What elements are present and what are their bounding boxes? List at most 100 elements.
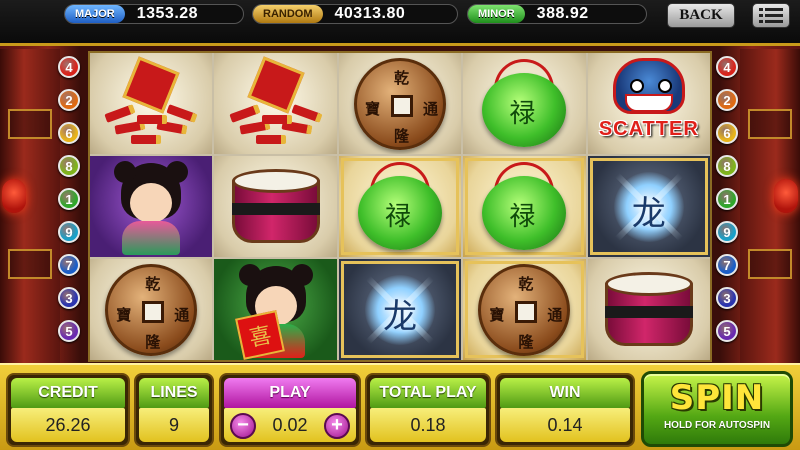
play-panel: PLAY − 0.02 + [219, 373, 361, 447]
hair-bun [290, 263, 313, 286]
paylines-right: 4 2 6 8 1 9 7 3 5 [716, 56, 740, 353]
dragon-wild-icon: 龙 [594, 162, 704, 252]
payline-badge[interactable]: 2 [58, 89, 80, 111]
spin-button[interactable]: SPIN HOLD FOR AUTOSPIN [641, 371, 793, 447]
reel-cell [463, 53, 586, 154]
firecracker-stick [166, 103, 198, 123]
coin-character: 寶 [364, 99, 380, 118]
payline-badge[interactable]: 5 [58, 320, 80, 342]
payline-badge[interactable]: 8 [58, 155, 80, 177]
credit-panel: CREDIT 26.26 [6, 373, 130, 447]
firecracker-stick [290, 103, 323, 123]
coin-hole [390, 94, 413, 117]
reel-cell [338, 156, 462, 257]
coin-hole [142, 300, 165, 323]
coin-character: 通 [174, 305, 190, 324]
temple-window [748, 249, 792, 279]
payline-badge[interactable]: 3 [58, 287, 80, 309]
bet-decrease-button[interactable]: − [230, 413, 256, 439]
reel-cell: 龙 [587, 156, 710, 257]
reel-cell: 龙 [338, 259, 462, 360]
bet-increase-button[interactable]: + [324, 413, 350, 439]
payline-badge[interactable]: 6 [58, 122, 80, 144]
temple-window [748, 109, 792, 139]
scatter-label: SCATTER [598, 117, 699, 140]
coin-hole [515, 300, 538, 323]
dragon-glyph: 龙 [382, 296, 417, 337]
autospin-hint: HOLD FOR AUTOSPIN [663, 420, 771, 431]
drum-icon [601, 268, 697, 352]
firecracker-stick [137, 114, 168, 124]
payline-badge[interactable]: 6 [716, 122, 738, 144]
lion-eye [657, 78, 672, 93]
jade-pendant-icon [474, 58, 574, 149]
total-play-panel: TOTAL PLAY 0.18 [365, 373, 491, 447]
payline-badge[interactable]: 8 [716, 155, 738, 177]
payline-badge[interactable]: 1 [716, 188, 738, 210]
jade-pendant-icon [474, 161, 574, 252]
jackpot-minor-value: 388.92 [536, 5, 589, 22]
jade-pendant-icon [350, 161, 450, 252]
payline-badge[interactable]: 3 [716, 287, 738, 309]
left-temple-decor [0, 49, 60, 363]
lines-label: LINES [139, 378, 209, 408]
lion-dance-scatter-icon: SCATTER [598, 57, 699, 150]
coin-character: 隆 [145, 332, 161, 351]
jackpot-major-value: 1353.28 [136, 5, 199, 22]
win-label: WIN [500, 378, 630, 408]
drum-icon [228, 165, 324, 249]
total-play-value: 0.18 [370, 408, 486, 442]
drum-head [604, 271, 693, 296]
payline-badge[interactable]: 4 [716, 56, 738, 78]
reel-cell [90, 53, 213, 154]
coin-character: 通 [422, 99, 438, 118]
right-temple-decor [740, 49, 800, 363]
firecracker-stick [255, 134, 286, 144]
reel-cell: SCATTER [587, 53, 710, 154]
drum-band [604, 305, 693, 318]
firecracker-stick [228, 103, 261, 123]
menu-button[interactable] [752, 3, 790, 28]
payline-badge[interactable]: 9 [716, 221, 738, 243]
coin-character: 通 [547, 305, 563, 324]
outfit [122, 220, 181, 255]
jackpot-minor: MINOR 388.92 [467, 4, 647, 24]
payline-badge[interactable]: 7 [58, 254, 80, 276]
spin-label: SPIN [669, 378, 765, 418]
back-button[interactable]: BACK [667, 3, 735, 28]
lantern-icon [774, 179, 798, 213]
temple-window [8, 109, 52, 139]
paylines-left: 4 2 6 8 1 9 7 3 5 [58, 56, 82, 353]
win-panel: WIN 0.14 [495, 373, 635, 447]
girl-character-icon [106, 159, 196, 255]
reel-cell: 乾寶 通隆 [338, 53, 462, 154]
lines-panel[interactable]: LINES 9 [134, 373, 214, 447]
dragon-glyph: 龙 [631, 193, 666, 234]
jade-disc [482, 175, 567, 250]
reel-cell: 喜 [214, 259, 337, 360]
firecracker-stick [261, 114, 292, 124]
firecracker-icon [226, 55, 326, 147]
payline-badge[interactable]: 4 [58, 56, 80, 78]
hair-bun [114, 160, 137, 183]
firecracker-stick [104, 103, 136, 123]
hair-bun [166, 160, 189, 183]
jackpot-random-value: 40313.80 [334, 5, 406, 22]
payline-badge[interactable]: 9 [58, 221, 80, 243]
coin-character: 乾 [393, 68, 409, 87]
coin-character: 乾 [145, 274, 161, 293]
coin-icon: 乾寶 通隆 [105, 263, 198, 356]
jackpot-random: RANDOM 40313.80 [252, 4, 458, 24]
payline-badge[interactable]: 2 [716, 89, 738, 111]
jackpot-major: MAJOR 1353.28 [64, 4, 244, 24]
reel-grid: 乾寶通隆SCATTER龙乾寶通隆喜龙乾寶通隆 [88, 51, 712, 362]
dragon-wild-icon: 龙 [345, 265, 455, 355]
reel-cell [463, 156, 586, 257]
drum-band [231, 202, 320, 215]
reel-cell: 乾寶 通隆 [90, 259, 213, 360]
payline-badge[interactable]: 7 [716, 254, 738, 276]
payline-badge[interactable]: 5 [716, 320, 738, 342]
jade-disc [357, 175, 442, 250]
coin-icon: 乾寶 通隆 [478, 263, 571, 356]
payline-badge[interactable]: 1 [58, 188, 80, 210]
